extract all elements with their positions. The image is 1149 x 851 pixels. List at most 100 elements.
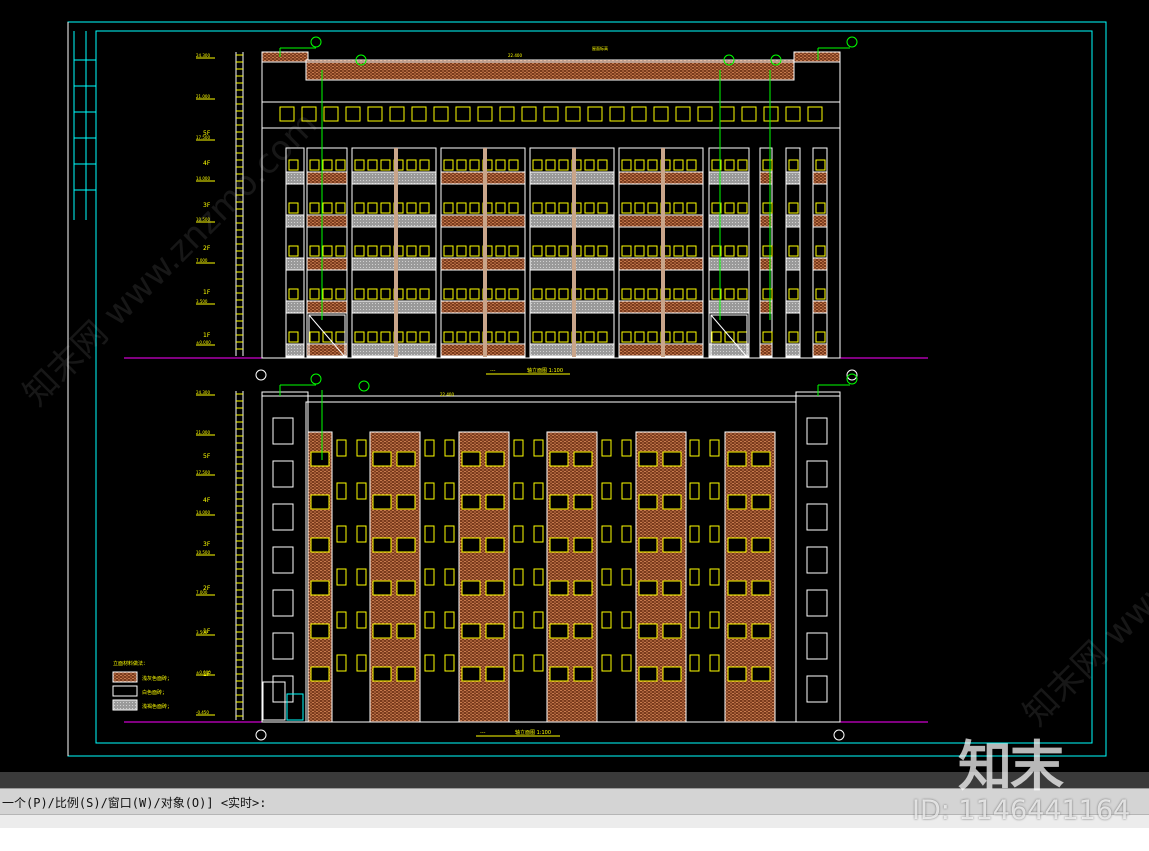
top-floor-label: 1F bbox=[203, 289, 211, 296]
bottom-balcony-window bbox=[310, 580, 330, 596]
bottom-balcony-window bbox=[485, 451, 505, 467]
top-balcony-panel bbox=[306, 171, 348, 185]
top-window bbox=[815, 159, 826, 171]
top-window bbox=[443, 245, 454, 257]
bottom-balcony-window bbox=[727, 623, 747, 639]
top-window bbox=[597, 288, 608, 300]
top-balcony-panel bbox=[785, 257, 801, 271]
bottom-small-window bbox=[356, 482, 367, 500]
bottom-small-window bbox=[533, 654, 544, 672]
top-window bbox=[584, 202, 595, 214]
bottom-balcony-window bbox=[573, 580, 593, 596]
bottom-balcony-window bbox=[662, 451, 682, 467]
cad-drawing-canvas[interactable]: 5F 4F 3F 2F 1F 1F 24.300 21.000 17.500 14.000 10.5… bbox=[0, 0, 1149, 772]
top-window bbox=[558, 288, 569, 300]
top-window bbox=[647, 159, 658, 171]
top-window bbox=[309, 159, 320, 171]
bottom-elevation-title: 轴立面图 1:100 bbox=[515, 729, 551, 736]
bottom-small-window bbox=[689, 654, 700, 672]
bottom-axis-bubble bbox=[833, 729, 845, 741]
top-level-label: ±0.000 bbox=[196, 340, 211, 345]
top-window bbox=[532, 202, 543, 214]
bottom-leader-callout bbox=[310, 373, 322, 385]
top-window bbox=[634, 288, 645, 300]
bottom-stair-tower-right bbox=[795, 391, 841, 723]
top-leader-callout bbox=[846, 36, 858, 48]
bottom-small-window bbox=[533, 568, 544, 586]
bottom-small-window bbox=[709, 611, 720, 629]
top-attic-window bbox=[521, 106, 537, 122]
top-dimension: 22.400 bbox=[508, 53, 522, 58]
top-window bbox=[788, 159, 799, 171]
bottom-balcony-window bbox=[485, 666, 505, 682]
bottom-small-window bbox=[709, 654, 720, 672]
top-attic-window bbox=[785, 106, 801, 122]
top-pilaster bbox=[394, 148, 398, 357]
bottom-floor-label: 4F bbox=[203, 497, 211, 504]
bottom-balcony-window bbox=[396, 451, 416, 467]
top-window bbox=[469, 202, 480, 214]
top-window bbox=[309, 288, 320, 300]
bottom-small-window bbox=[336, 568, 347, 586]
top-window bbox=[419, 245, 430, 257]
bottom-balcony-window bbox=[485, 623, 505, 639]
bottom-small-window bbox=[336, 525, 347, 543]
top-attic-window bbox=[719, 106, 735, 122]
bottom-level-label: 3.500 bbox=[196, 630, 208, 635]
bottom-balcony-window bbox=[396, 623, 416, 639]
top-window bbox=[621, 288, 632, 300]
top-window bbox=[673, 331, 684, 343]
top-window bbox=[815, 288, 826, 300]
bottom-balcony-window bbox=[485, 580, 505, 596]
top-attic-window bbox=[367, 106, 383, 122]
top-window bbox=[621, 159, 632, 171]
top-window bbox=[406, 331, 417, 343]
top-pilaster bbox=[572, 148, 576, 357]
bottom-balcony-window bbox=[662, 494, 682, 510]
bottom-small-window bbox=[709, 568, 720, 586]
top-balcony-panel bbox=[812, 257, 828, 271]
bottom-balcony-window bbox=[485, 537, 505, 553]
bottom-small-window bbox=[444, 611, 455, 629]
top-balcony-panel bbox=[285, 171, 305, 185]
top-window bbox=[335, 202, 346, 214]
top-balcony-panel bbox=[285, 343, 305, 357]
top-window bbox=[456, 159, 467, 171]
top-level-label: 24.300 bbox=[196, 53, 210, 58]
top-window bbox=[456, 288, 467, 300]
bottom-small-window bbox=[336, 439, 347, 457]
bottom-balcony-window bbox=[751, 623, 771, 639]
top-attic-window bbox=[433, 106, 449, 122]
top-balcony-panel bbox=[708, 171, 750, 185]
top-window bbox=[815, 245, 826, 257]
top-balcony-panel bbox=[708, 257, 750, 271]
top-window bbox=[508, 331, 519, 343]
top-window bbox=[597, 202, 608, 214]
top-balcony-panel bbox=[785, 214, 801, 228]
bottom-balcony-window bbox=[573, 451, 593, 467]
top-window bbox=[456, 202, 467, 214]
bottom-small-window bbox=[689, 525, 700, 543]
bottom-level-label: 17.500 bbox=[196, 470, 210, 475]
top-window bbox=[335, 245, 346, 257]
bottom-small-window bbox=[356, 439, 367, 457]
bottom-balcony-window bbox=[662, 537, 682, 553]
top-window bbox=[495, 288, 506, 300]
top-window bbox=[558, 159, 569, 171]
bottom-balcony-window bbox=[310, 666, 330, 682]
top-window bbox=[634, 245, 645, 257]
top-window bbox=[469, 245, 480, 257]
bottom-small-window bbox=[533, 525, 544, 543]
top-window bbox=[762, 288, 773, 300]
top-balcony-panel bbox=[812, 171, 828, 185]
top-window bbox=[380, 288, 391, 300]
top-window bbox=[673, 202, 684, 214]
top-window bbox=[815, 331, 826, 343]
top-note: 屋面标高 bbox=[592, 45, 608, 51]
bottom-small-window bbox=[601, 482, 612, 500]
bottom-small-window bbox=[424, 482, 435, 500]
top-balcony-panel bbox=[306, 300, 348, 314]
bottom-level-label: 14.000 bbox=[196, 510, 210, 515]
top-window bbox=[469, 331, 480, 343]
bottom-balcony-window bbox=[549, 666, 569, 682]
